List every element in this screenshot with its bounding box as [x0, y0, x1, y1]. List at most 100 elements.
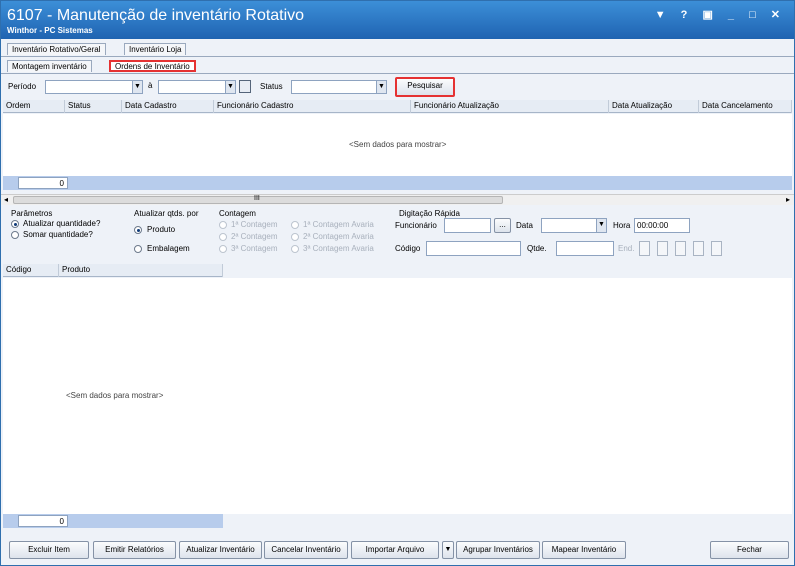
contagem-3-avaria-label: 3ª Contagem Avaria — [303, 244, 374, 253]
hora-label: Hora — [613, 221, 631, 230]
col-data-atualizacao[interactable]: Data Atualização — [609, 100, 699, 113]
window-controls[interactable]: ▼ ? ▣ _ □ ✕ — [655, 8, 786, 21]
status-select[interactable]: ▼ — [291, 80, 387, 94]
filter-bar: Período ▼ à ▼ Status ▼ Pesquisar — [1, 75, 794, 99]
contagem-2-radio[interactable] — [219, 233, 227, 241]
embalagem-radio[interactable] — [134, 245, 142, 253]
horizontal-scrollbar[interactable]: ◂ III ▸ — [1, 194, 794, 205]
atualizar-inventario-button[interactable]: Atualizar Inventário — [179, 541, 262, 559]
params-panel: Parâmetros Atualizar quantidade? Somar q… — [1, 206, 794, 261]
cancelar-inventario-button[interactable]: Cancelar Inventário — [264, 541, 348, 559]
contagem-1-label: 1ª Contagem — [231, 220, 278, 229]
end-box-4[interactable] — [693, 241, 704, 256]
col-funcionario-cadastro[interactable]: Funcionário Cadastro — [214, 100, 411, 113]
scroll-thumb[interactable]: III — [13, 195, 503, 204]
agrupar-inventarios-button[interactable]: Agrupar Inventários — [456, 541, 540, 559]
ordens-grid-body: <Sem dados para mostrar> — [3, 114, 792, 176]
contagem-2-avaria-label: 2ª Contagem Avaria — [303, 232, 374, 241]
embalagem-label: Embalagem — [147, 244, 190, 253]
produtos-grid-header: Código Produto — [3, 264, 223, 277]
end-box-2[interactable] — [657, 241, 668, 256]
data-label: Data — [516, 221, 533, 230]
col-codigo[interactable]: Código — [3, 264, 59, 277]
status-label: Status — [260, 82, 283, 91]
empty-message-2: <Sem dados para mostrar> — [66, 391, 164, 400]
ordens-grid-footer: 0 — [3, 176, 792, 190]
chevron-down-icon[interactable]: ▼ — [132, 81, 142, 93]
sub-tab-row: Montagem inventário Ordens de Inventário — [1, 58, 794, 74]
produtos-grid-body: <Sem dados para mostrar> — [3, 278, 792, 514]
pesquisar-button[interactable]: Pesquisar — [395, 77, 455, 97]
thumb-grip: III — [254, 195, 260, 202]
action-bar: Excluir Item Emitir Relatórios Atualizar… — [1, 537, 794, 565]
tab-ordens-inventario[interactable]: Ordens de Inventário — [109, 60, 196, 72]
atualizar-qtds-label: Atualizar qtds. por — [134, 209, 199, 218]
qtde-input[interactable] — [556, 241, 614, 256]
ordens-count: 0 — [18, 177, 68, 189]
col-status[interactable]: Status — [65, 100, 122, 113]
contagem-label: Contagem — [219, 209, 256, 218]
contagem-2-avaria-radio[interactable] — [291, 233, 299, 241]
col-produto[interactable]: Produto — [59, 264, 223, 277]
ellipsis-button[interactable]: ... — [494, 218, 511, 233]
atualizar-quantidade-label: Atualizar quantidade? — [23, 219, 101, 228]
calendar-icon[interactable] — [239, 80, 251, 93]
col-ordem[interactable]: Ordem — [3, 100, 65, 113]
col-funcionario-atualizacao[interactable]: Funcionário Atualização — [411, 100, 609, 113]
chevron-down-icon[interactable]: ▼ — [225, 81, 235, 93]
tab-inventario-loja[interactable]: Inventário Loja — [124, 43, 187, 55]
title-bar: 6107 - Manutenção de inventário Rotativo… — [1, 1, 794, 39]
contagem-1-avaria-label: 1ª Contagem Avaria — [303, 220, 374, 229]
contagem-2-label: 2ª Contagem — [231, 232, 278, 241]
window-subtitle: Winthor - PC Sistemas — [7, 26, 93, 35]
produto-label: Produto — [147, 225, 176, 234]
periodo-end-input[interactable]: ▼ — [158, 80, 236, 94]
funcionario-label: Funcionário — [395, 221, 437, 230]
importar-arquivo-button[interactable]: Importar Arquivo — [351, 541, 439, 559]
top-tab-row: Inventário Rotativo/Geral Inventário Loj… — [1, 41, 794, 57]
periodo-label: Período — [8, 82, 37, 91]
empty-message: <Sem dados para mostrar> — [349, 140, 447, 149]
col-data-cadastro[interactable]: Data Cadastro — [122, 100, 214, 113]
importar-dropdown-icon[interactable]: ▼ — [442, 541, 454, 559]
excluir-item-button[interactable]: Excluir Item — [9, 541, 89, 559]
fechar-button[interactable]: Fechar — [710, 541, 789, 559]
codigo-label: Código — [395, 244, 421, 253]
end-label: End. — [618, 244, 635, 253]
arrow-left-icon[interactable]: ◂ — [4, 195, 8, 204]
app-window: 6107 - Manutenção de inventário Rotativo… — [0, 0, 795, 566]
mapear-inventario-button[interactable]: Mapear Inventário — [542, 541, 626, 559]
produtos-count: 0 — [18, 515, 68, 527]
hora-input[interactable]: 00:00:00 — [634, 218, 690, 233]
end-box-5[interactable] — [711, 241, 722, 256]
atualizar-quantidade-radio[interactable] — [11, 220, 19, 228]
tab-montagem-inventario[interactable]: Montagem inventário — [7, 60, 92, 72]
data-input[interactable]: ▼ — [541, 218, 607, 233]
contagem-3-avaria-radio[interactable] — [291, 245, 299, 253]
window-title: 6107 - Manutenção de inventário Rotativo — [7, 7, 305, 24]
a-label: à — [148, 81, 153, 90]
qtde-label: Qtde. — [527, 244, 547, 253]
produtos-grid-footer: 0 — [3, 514, 223, 528]
end-box-1[interactable] — [639, 241, 650, 256]
chevron-down-icon[interactable]: ▼ — [376, 81, 386, 93]
contagem-1-avaria-radio[interactable] — [291, 221, 299, 229]
col-data-cancelamento[interactable]: Data Cancelamento — [699, 100, 792, 113]
contagem-3-radio[interactable] — [219, 245, 227, 253]
tab-inventario-rotativo[interactable]: Inventário Rotativo/Geral — [7, 43, 106, 55]
end-box-3[interactable] — [675, 241, 686, 256]
chevron-down-icon[interactable]: ▼ — [596, 219, 606, 232]
somar-quantidade-label: Somar quantidade? — [23, 230, 93, 239]
emitir-relatorios-button[interactable]: Emitir Relatórios — [93, 541, 176, 559]
periodo-start-input[interactable]: ▼ — [45, 80, 143, 94]
contagem-3-label: 3ª Contagem — [231, 244, 278, 253]
somar-quantidade-radio[interactable] — [11, 231, 19, 239]
ordens-grid-header: Ordem Status Data Cadastro Funcionário C… — [3, 100, 792, 113]
parametros-label: Parâmetros — [11, 209, 53, 218]
digitacao-rapida-label: Digitação Rápida — [399, 209, 460, 218]
arrow-right-icon[interactable]: ▸ — [786, 195, 790, 204]
contagem-1-radio[interactable] — [219, 221, 227, 229]
produto-radio[interactable] — [134, 226, 142, 234]
funcionario-input[interactable] — [444, 218, 491, 233]
codigo-input[interactable] — [426, 241, 521, 256]
